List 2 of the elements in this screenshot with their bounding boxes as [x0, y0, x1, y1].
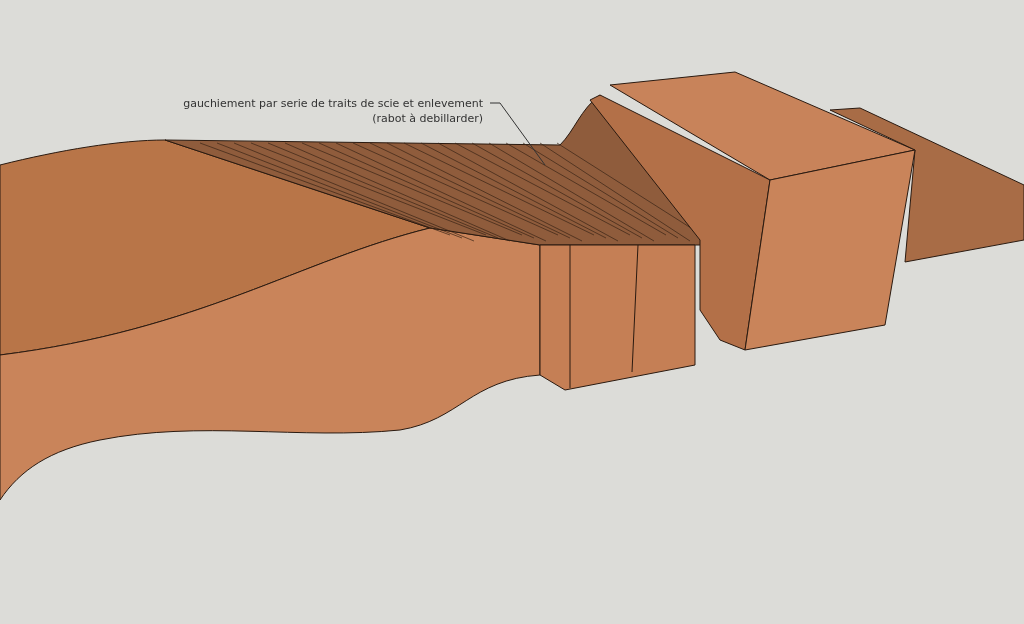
leader-line	[489, 102, 546, 166]
annotation-text: gauchiement par serie de traits de scie et enlevement (rabot à debillarder)	[183, 96, 483, 126]
